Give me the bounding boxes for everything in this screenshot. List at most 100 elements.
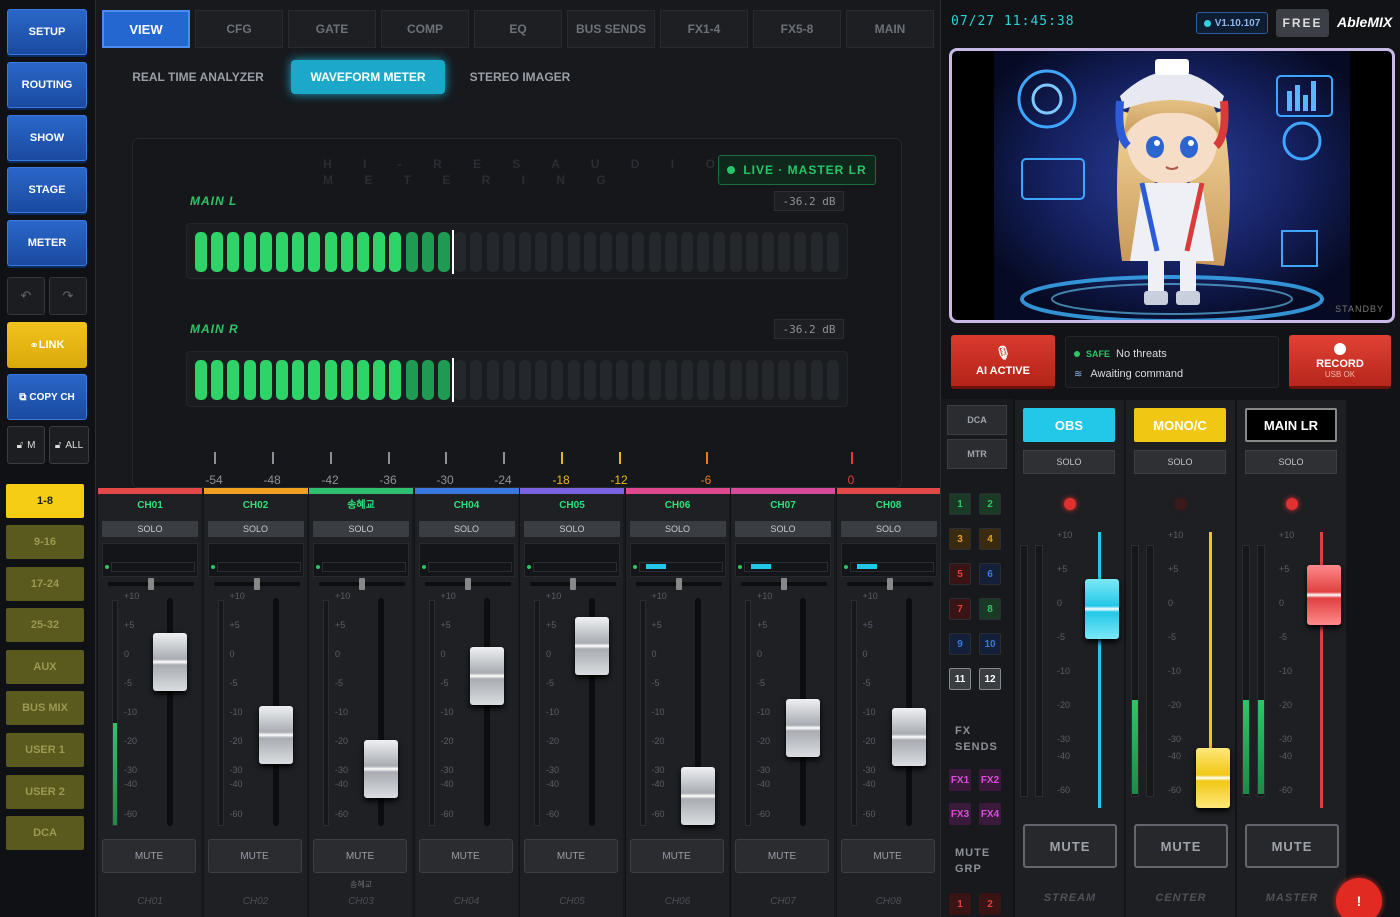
master-fader-cap[interactable]	[1196, 747, 1230, 808]
master-name[interactable]: MAIN LR	[1245, 408, 1337, 442]
pan-knob[interactable]	[570, 578, 576, 590]
pan-slider[interactable]	[846, 578, 933, 590]
pan-knob[interactable]	[464, 578, 471, 590]
routing-button[interactable]: ROUTING	[7, 62, 87, 108]
mute-button[interactable]: MUTE	[735, 839, 829, 873]
stage-button[interactable]: STAGE	[7, 167, 87, 213]
bank-bus-mix[interactable]: BUS MIX	[6, 691, 84, 725]
redo-button[interactable]: ↷	[49, 277, 87, 315]
pan-knob[interactable]	[148, 578, 154, 590]
pan-slider[interactable]	[108, 578, 194, 590]
mute-button[interactable]: MUTE	[207, 839, 302, 873]
bank-user-2[interactable]: USER 2	[6, 775, 84, 809]
tab-main[interactable]: MAIN	[846, 10, 934, 48]
lock-all-button[interactable]: 🔓︎ ALL	[49, 426, 89, 464]
pan-slider[interactable]	[213, 578, 300, 590]
group-button[interactable]: 9	[949, 633, 971, 655]
fader-cap[interactable]	[680, 767, 715, 826]
group-button[interactable]: 4	[979, 528, 1001, 550]
bank-9-16[interactable]: 9-16	[6, 525, 84, 559]
channel-name[interactable]: CH08	[841, 498, 937, 514]
solo-button[interactable]: SOLO	[840, 521, 937, 537]
bank-aux[interactable]: AUX	[6, 650, 84, 684]
mute-button[interactable]: MUTE	[102, 839, 196, 873]
master-solo-button[interactable]: SOLO	[1023, 450, 1115, 474]
solo-button[interactable]: SOLO	[207, 521, 304, 537]
ai-active-button[interactable]: 🎙︎ AI ACTIVE	[951, 335, 1055, 389]
solo-button[interactable]: SOLO	[418, 521, 515, 537]
tab-cfg[interactable]: CFG	[195, 10, 283, 48]
master-name[interactable]: MONO/C	[1134, 408, 1226, 442]
mute-group-button[interactable]: 1	[949, 893, 971, 915]
bank-17-24[interactable]: 17-24	[6, 567, 84, 601]
channel-name[interactable]: CH07	[735, 498, 831, 514]
master-mute-button[interactable]: MUTE	[1245, 824, 1339, 868]
bank-1-8[interactable]: 1-8	[6, 484, 84, 518]
master-solo-button[interactable]: SOLO	[1134, 450, 1226, 474]
mute-button[interactable]: MUTE	[629, 839, 724, 873]
pan-knob[interactable]	[781, 578, 787, 590]
mute-button[interactable]: MUTE	[418, 839, 513, 873]
channel-name[interactable]: CH06	[630, 498, 726, 514]
tab-gate[interactable]: GATE	[288, 10, 376, 48]
solo-button[interactable]: SOLO	[629, 521, 726, 537]
tab-fx5-8[interactable]: FX5-8	[753, 10, 841, 48]
meter-button[interactable]: METER	[7, 220, 87, 266]
fx-send-button[interactable]: FX1	[949, 769, 971, 791]
solo-button[interactable]: SOLO	[735, 521, 831, 537]
master-mute-button[interactable]: MUTE	[1134, 824, 1228, 868]
master-name[interactable]: OBS	[1023, 408, 1115, 442]
group-button[interactable]: 10	[979, 633, 1001, 655]
fader-cap[interactable]	[364, 740, 398, 798]
mute-button[interactable]: MUTE	[524, 839, 618, 873]
show-button[interactable]: SHOW	[7, 115, 87, 161]
free-badge[interactable]: FREE	[1276, 9, 1329, 37]
pan-slider[interactable]	[319, 578, 405, 590]
group-button[interactable]: 1	[949, 493, 971, 515]
group-button[interactable]: 7	[949, 598, 971, 620]
pan-slider[interactable]	[635, 578, 722, 590]
tab-comp[interactable]: COMP	[381, 10, 469, 48]
tab-bus-sends[interactable]: BUS SENDS	[567, 10, 655, 48]
bank-dca[interactable]: DCA	[6, 816, 84, 850]
pan-knob[interactable]	[359, 578, 365, 590]
tab-eq[interactable]: EQ	[474, 10, 562, 48]
fader-cap[interactable]	[786, 698, 820, 757]
mute-group-button[interactable]: 2	[979, 893, 1001, 915]
channel-name[interactable]: 송혜교	[313, 498, 409, 514]
solo-button[interactable]: SOLO	[524, 521, 620, 537]
fx-send-button[interactable]: FX4	[979, 803, 1001, 825]
channel-name[interactable]: CH01	[102, 498, 198, 514]
pan-slider[interactable]	[741, 578, 827, 590]
group-button[interactable]: 8	[979, 598, 1001, 620]
subtab-waveform-meter[interactable]: WAVEFORM METER	[291, 60, 445, 94]
channel-name[interactable]: CH04	[419, 498, 515, 514]
fader-cap[interactable]	[153, 632, 187, 691]
master-solo-button[interactable]: SOLO	[1245, 450, 1337, 474]
group-button[interactable]: 11	[949, 668, 971, 690]
link-button[interactable]: ⚭ LINK	[7, 322, 87, 368]
fader-cap[interactable]	[891, 708, 926, 767]
alert-button[interactable]: !	[1336, 878, 1382, 917]
fx-send-button[interactable]: FX3	[949, 803, 971, 825]
mute-button[interactable]: MUTE	[313, 839, 407, 873]
bank-25-32[interactable]: 25-32	[6, 608, 84, 642]
group-button[interactable]: 3	[949, 528, 971, 550]
subtab-real-time-analyzer[interactable]: REAL TIME ANALYZER	[118, 60, 278, 94]
pan-knob[interactable]	[886, 578, 893, 590]
lock-m-button[interactable]: 🔓︎ M	[7, 426, 45, 464]
fader-cap[interactable]	[575, 616, 609, 675]
solo-button[interactable]: SOLO	[313, 521, 409, 537]
tab-view[interactable]: VIEW	[102, 10, 190, 48]
master-fader-cap[interactable]	[1085, 579, 1119, 640]
group-button[interactable]: 12	[979, 668, 1001, 690]
dca-select-button[interactable]: DCA	[947, 405, 1007, 435]
master-fader-cap[interactable]	[1307, 565, 1341, 626]
group-button[interactable]: 2	[979, 493, 1001, 515]
tab-fx1-4[interactable]: FX1-4	[660, 10, 748, 48]
pan-knob[interactable]	[253, 578, 260, 590]
mtr-select-button[interactable]: MTR	[947, 439, 1007, 469]
channel-name[interactable]: CH05	[524, 498, 620, 514]
pan-slider[interactable]	[424, 578, 511, 590]
fader-cap[interactable]	[258, 705, 293, 764]
